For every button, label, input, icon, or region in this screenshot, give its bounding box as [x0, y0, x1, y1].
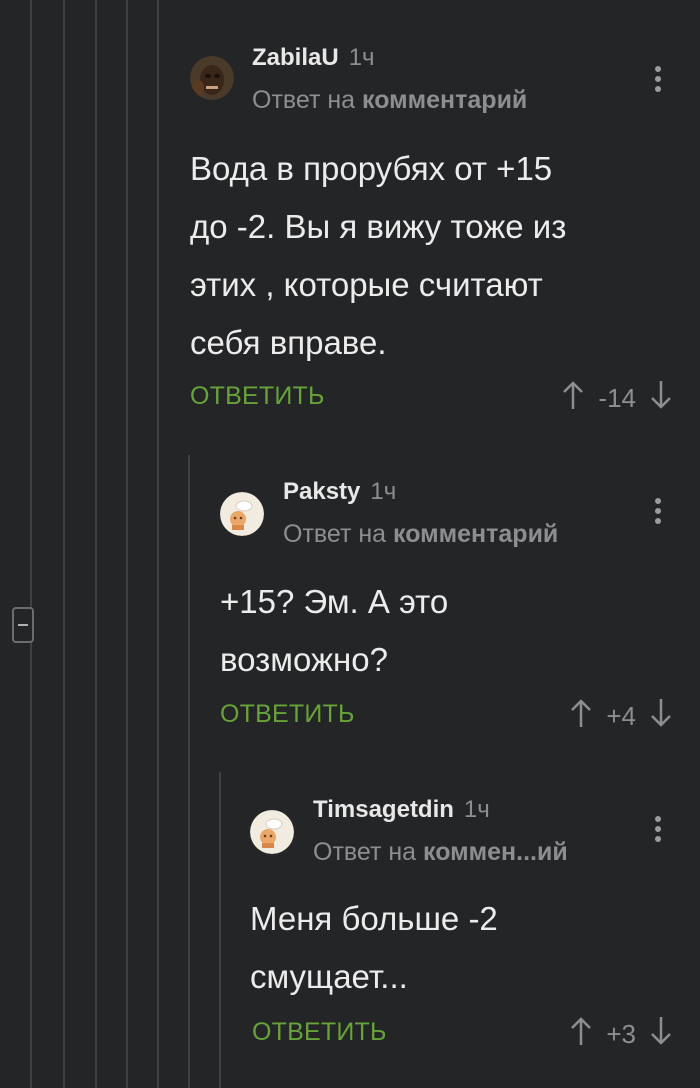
body-line: до -2. Вы я вижу тоже из	[190, 208, 567, 245]
reply-button[interactable]: ОТВЕТИТЬ	[220, 700, 355, 729]
comment-body: Меня больше -2 смущает...	[250, 890, 680, 1006]
timestamp: 1ч	[348, 44, 375, 71]
reply-button[interactable]: ОТВЕТИТЬ	[252, 1018, 387, 1047]
body-line: Меня больше -2	[250, 900, 498, 937]
downvote-arrow-icon[interactable]	[650, 380, 672, 417]
comment-body: Вода в прорубях от +15 до -2. Вы я вижу …	[190, 140, 680, 372]
body-line: этих , которые считают	[190, 266, 543, 303]
avatar[interactable]	[250, 810, 294, 854]
body-line: возможно?	[220, 641, 388, 678]
timestamp: 1ч	[463, 796, 490, 823]
username[interactable]: Timsagetdin 1ч	[313, 796, 490, 824]
downvote-arrow-icon[interactable]	[650, 1016, 672, 1053]
thread-line	[63, 0, 65, 1088]
thread-line	[126, 0, 128, 1088]
reply-target-link[interactable]: коммен...ий	[423, 838, 568, 866]
thread-line	[219, 772, 221, 1088]
reply-button[interactable]: ОТВЕТИТЬ	[190, 382, 325, 411]
avatar[interactable]	[190, 56, 234, 100]
reply-to-line: Ответ на комментарий	[252, 86, 527, 115]
reply-prefix: Ответ на	[313, 838, 417, 866]
thread-line	[30, 0, 32, 1088]
body-line: Вода в прорубях от +15	[190, 150, 553, 187]
reply-prefix: Ответ на	[252, 86, 356, 114]
reply-to-line: Ответ на коммен...ий	[313, 838, 568, 867]
username-text[interactable]: ZabilaU	[252, 44, 339, 71]
avatar[interactable]	[220, 492, 264, 536]
body-line: смущает...	[250, 958, 408, 995]
vote-controls: -14	[562, 380, 672, 417]
vote-controls: +3	[570, 1016, 672, 1053]
reply-prefix: Ответ на	[283, 520, 387, 548]
kebab-menu-icon[interactable]	[655, 816, 661, 846]
username-text[interactable]: Paksty	[283, 478, 360, 505]
body-line: +15? Эм. А это	[220, 583, 449, 620]
kebab-menu-icon[interactable]	[655, 498, 661, 528]
reply-target-link[interactable]: комментарий	[362, 86, 527, 114]
upvote-arrow-icon[interactable]	[562, 380, 584, 417]
score: +4	[606, 701, 636, 731]
thread-line	[188, 455, 190, 1088]
upvote-arrow-icon[interactable]	[570, 698, 592, 735]
collapse-thread-icon[interactable]	[12, 607, 34, 643]
username-text[interactable]: Timsagetdin	[313, 796, 454, 823]
thread-line	[157, 0, 159, 1088]
score: -14	[598, 383, 636, 413]
reply-target-link[interactable]: комментарий	[393, 520, 558, 548]
timestamp: 1ч	[370, 478, 397, 505]
kebab-menu-icon[interactable]	[655, 66, 661, 96]
body-line: себя вправе.	[190, 324, 387, 361]
username[interactable]: ZabilaU 1ч	[252, 44, 375, 72]
vote-controls: +4	[570, 698, 672, 735]
upvote-arrow-icon[interactable]	[570, 1016, 592, 1053]
downvote-arrow-icon[interactable]	[650, 698, 672, 735]
thread-line	[95, 0, 97, 1088]
reply-to-line: Ответ на комментарий	[283, 520, 558, 549]
score: +3	[606, 1019, 636, 1049]
username[interactable]: Paksty 1ч	[283, 478, 396, 506]
comment-body: +15? Эм. А это возможно?	[220, 573, 680, 689]
